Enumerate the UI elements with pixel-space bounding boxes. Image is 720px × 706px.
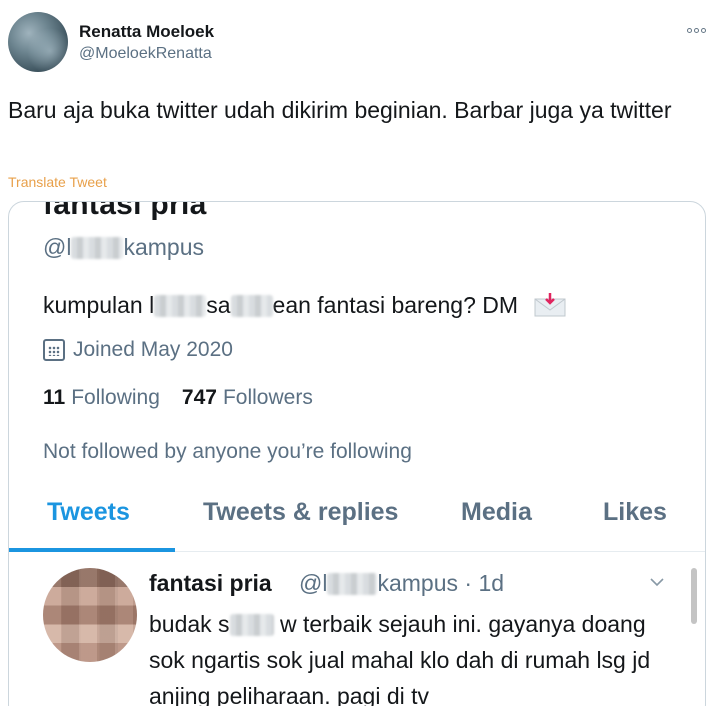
author-handle[interactable]: @MoeloekRenatta [79, 45, 212, 63]
profile-bio: kumpulan l sa ean fantasi bareng? DM [43, 292, 566, 319]
followers-stat[interactable]: 747 Followers [182, 386, 313, 410]
following-label: Following [71, 386, 160, 409]
tweet-text: Baru aja buka twitter udah dikirim begin… [8, 97, 672, 123]
followers-count: 747 [181, 386, 217, 409]
profile-tweet[interactable]: fantasi pria @l kampus · 1d budak s w ter… [9, 554, 705, 706]
profile-follow-stats: 11 Following 747 Followers [43, 386, 313, 410]
tab-tweets[interactable]: Tweets [47, 498, 130, 527]
tab-media[interactable]: Media [461, 498, 532, 527]
calendar-icon [43, 339, 65, 361]
censor-blur [229, 614, 274, 636]
censor-blur [327, 573, 378, 595]
tweet-author-name[interactable]: fantasi pria [149, 570, 272, 597]
tweet-handle-prefix: @l [299, 570, 328, 596]
censor-blur [71, 237, 124, 259]
tab-likes[interactable]: Likes [603, 498, 667, 527]
profile-name: fantasi pria [43, 201, 207, 221]
profile-handle-prefix: @l [43, 234, 72, 260]
tweet-avatar[interactable] [43, 568, 137, 662]
translate-tweet-link[interactable]: Translate Tweet [8, 174, 107, 190]
tweet-text-part1: budak s [149, 611, 230, 637]
chevron-down-icon[interactable] [649, 574, 665, 590]
tweet-header: Renatta Moeloek @MoeloekRenatta [8, 12, 712, 76]
tweet-time[interactable]: · 1d [464, 570, 504, 596]
tweet-handle-suffix: kampus [377, 570, 459, 596]
bio-part3: ean fantasi bareng? DM [272, 292, 519, 318]
bio-part1: kumpulan l [43, 292, 155, 318]
profile-handle: @l kampus [43, 234, 204, 261]
profile-joined: Joined May 2020 [43, 338, 233, 362]
following-stat[interactable]: 11 Following [43, 386, 160, 410]
profile-tabs: Tweets Tweets & replies Media Likes [9, 482, 705, 552]
tweet-body: budak s w terbaik sejauh ini. gayanya do… [149, 606, 679, 706]
author-name[interactable]: Renatta Moeloek [79, 22, 214, 42]
active-tab-indicator [9, 548, 175, 552]
following-count: 11 [43, 386, 66, 409]
author-avatar[interactable] [8, 12, 68, 72]
censor-blur [230, 295, 273, 317]
more-options-icon[interactable] [684, 22, 708, 38]
embedded-image[interactable]: fantasi pria @l kampus kumpulan l sa ean fa… [8, 201, 706, 706]
embedded-profile: fantasi pria @l kampus kumpulan l sa ean fa… [9, 202, 705, 706]
followers-label: Followers [222, 386, 313, 409]
scrollbar-thumb[interactable] [691, 568, 697, 624]
not-followed-note: Not followed by anyone you’re following [43, 440, 412, 463]
profile-handle-suffix: kampus [123, 234, 205, 260]
tab-tweets-replies[interactable]: Tweets & replies [203, 498, 398, 527]
tweet-author-handle: @l kampus · 1d [299, 570, 504, 597]
censor-blur [154, 295, 207, 317]
envelope-icon [534, 293, 566, 317]
joined-text: Joined May 2020 [73, 338, 233, 361]
bio-part2: sa [206, 292, 231, 318]
